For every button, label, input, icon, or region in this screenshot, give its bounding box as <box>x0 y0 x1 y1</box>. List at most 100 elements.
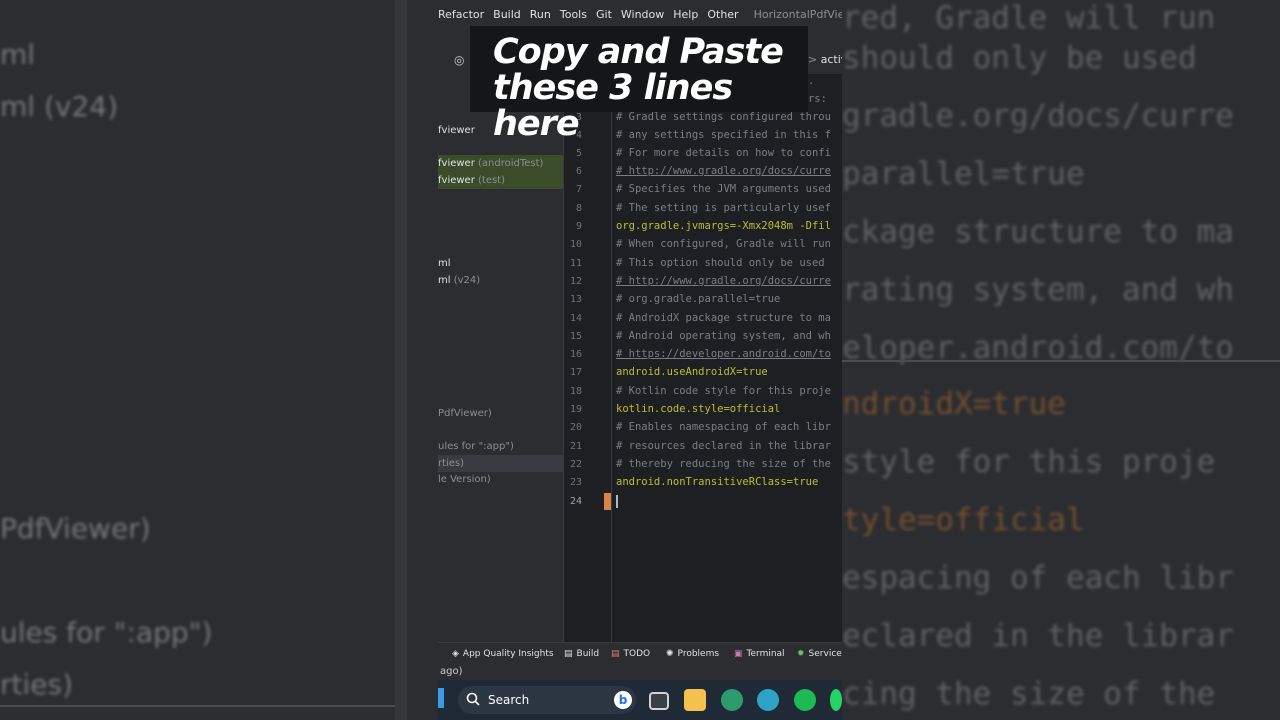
line-number: 23 <box>569 477 582 488</box>
status-bar: ago) <box>438 666 842 680</box>
background-left-blur: ml ml (v24) PdfViewer) ules for ":app") … <box>0 0 438 720</box>
diamond-icon: ◈ <box>452 649 459 659</box>
line-number: 5 <box>575 148 582 159</box>
code-line: # resources declared in the librar <box>616 440 831 452</box>
windows-taskbar: Search b <box>438 680 842 720</box>
target-icon[interactable]: ◎ <box>454 53 464 67</box>
code-line-property: android.nonTransitiveRClass=true <box>616 476 819 488</box>
bg-right-line: gradle.org/docs/curre <box>842 98 1234 134</box>
build-button[interactable]: ▤ Build <box>564 649 599 659</box>
line-number: 24 <box>569 496 582 507</box>
code-line-link[interactable]: # https://developer.android.com/to <box>616 348 831 360</box>
edge-dev-icon[interactable] <box>721 689 743 711</box>
caption-overlay: Copy and Paste these 3 lines here <box>470 26 808 142</box>
code-editor[interactable]: 3 4 5 6 7 8 9 10 11 12 13 14 15 16 17 18… <box>564 74 842 642</box>
bg-left-line: ml (v24) <box>0 90 119 123</box>
line-gutter: 3 4 5 6 7 8 9 10 11 12 13 14 15 16 17 18… <box>564 74 612 642</box>
bg-right-line: eclared in the librar <box>842 618 1234 654</box>
task-view-icon[interactable] <box>649 692 669 710</box>
bg-right-line: ndroidX=true <box>842 386 1066 422</box>
bg-right-line: rating system, and wh <box>842 272 1234 308</box>
warning-icon: ✺ <box>666 649 674 659</box>
line-number: 13 <box>569 294 582 305</box>
code-line: # Android operating system, and wh <box>616 330 831 342</box>
search-label: Search <box>488 693 530 707</box>
line-number: 21 <box>569 441 582 452</box>
code-line: # AndroidX package structure to ma <box>616 312 831 324</box>
bg-right-line: red, Gradle will run <box>842 0 1216 36</box>
bg-left-line: PdfViewer) <box>0 512 151 545</box>
menu-bar: Refactor Build Run Tools Git Window Help… <box>438 0 842 28</box>
code-line: # The setting is particularly usef <box>616 202 831 214</box>
code-line: # Specifies the JVM arguments used <box>616 183 831 195</box>
bg-left-line: ml <box>0 38 36 71</box>
line-number: 11 <box>569 258 582 269</box>
menu-help[interactable]: Help <box>673 8 698 21</box>
status-text: ago) <box>440 666 463 677</box>
terminal-button[interactable]: ▣ Terminal <box>734 649 785 659</box>
project-tree-item[interactable]: fviewer (androidTest) <box>438 155 563 172</box>
start-icon[interactable] <box>438 688 444 708</box>
bg-divider <box>842 360 1280 362</box>
line-number: 20 <box>569 422 582 433</box>
bg-right-line: espacing of each libr <box>842 560 1234 596</box>
bing-icon[interactable]: b <box>614 691 632 709</box>
line-number: 14 <box>569 313 582 324</box>
project-panel: fviewer fviewer (androidTest) fviewer (t… <box>438 114 564 642</box>
menu-git[interactable]: Git <box>596 8 612 21</box>
app-quality-insights-button[interactable]: ◈ App Quality Insights <box>452 649 554 659</box>
build-icon: ▤ <box>564 649 573 659</box>
project-tree-item[interactable]: le Version) <box>438 471 563 488</box>
line-number: 9 <box>575 221 582 232</box>
spotify-icon[interactable] <box>794 689 816 711</box>
bg-divider <box>395 0 407 720</box>
project-tree-item-selected[interactable]: rties) <box>438 455 563 472</box>
project-tree-item[interactable]: ml (v24) <box>438 272 563 289</box>
menu-other[interactable]: Other <box>707 8 738 21</box>
taskbar-search-box[interactable]: Search b <box>458 686 636 714</box>
code-line-property: android.useAndroidX=true <box>616 366 768 378</box>
menu-refactor[interactable]: Refactor <box>438 8 484 21</box>
menu-tools[interactable]: Tools <box>560 8 587 21</box>
problems-button[interactable]: ✺ Problems <box>666 649 719 659</box>
search-icon <box>466 692 480 706</box>
whatsapp-icon[interactable] <box>830 689 842 711</box>
services-icon: ✹ <box>797 649 805 659</box>
bg-left-line: rties) <box>0 668 74 701</box>
project-tree-item[interactable]: ml <box>438 255 563 272</box>
line-number: 18 <box>569 386 582 397</box>
code-line: # Kotlin code style for this proje <box>616 385 831 397</box>
tool-window-bar: ◈ App Quality Insights ▤ Build ▤ TODO ✺ Prob… <box>438 642 842 667</box>
line-number: 12 <box>569 276 582 287</box>
services-button[interactable]: ✹Services <box>797 649 842 659</box>
line-number: 16 <box>569 349 582 360</box>
bg-right-line: should only be used <box>842 40 1197 76</box>
line-number: 22 <box>569 459 582 470</box>
menu-run[interactable]: Run <box>530 8 551 21</box>
line-number: 17 <box>569 367 582 378</box>
todo-button[interactable]: ▤ TODO <box>611 649 650 659</box>
line-number: 19 <box>569 404 582 415</box>
bg-right-line: cing the size of the <box>842 676 1216 712</box>
code-line: # For more details on how to confi <box>616 147 831 159</box>
project-tree-item[interactable]: fviewer (test) <box>438 172 563 189</box>
code-line-link[interactable]: # http://www.gradle.org/docs/curre <box>616 275 831 287</box>
list-icon: ▤ <box>611 649 620 659</box>
line-number: 8 <box>575 203 582 214</box>
window-title: HorizontalPdfViewer - gra <box>753 7 842 21</box>
code-line: # Enables namespacing of each libr <box>616 421 831 433</box>
project-tree-item[interactable]: PdfViewer) <box>438 405 563 422</box>
bg-right-line: style for this proje <box>842 444 1216 480</box>
bg-right-line: ckage structure to ma <box>842 214 1234 250</box>
code-line: # thereby reducing the size of the <box>616 458 831 470</box>
code-line-property: org.gradle.jvmargs=-Xmx2048m -Dfil <box>616 220 831 232</box>
line-number: 6 <box>575 166 582 177</box>
code-line-link[interactable]: # http://www.gradle.org/docs/curre <box>616 165 831 177</box>
menu-window[interactable]: Window <box>621 8 664 21</box>
file-explorer-icon[interactable] <box>684 689 706 711</box>
menu-build[interactable]: Build <box>493 8 521 21</box>
code-line: # org.gradle.parallel=true <box>616 293 781 305</box>
line-number: 7 <box>575 184 582 195</box>
edge-icon[interactable] <box>757 689 779 711</box>
project-tree-item[interactable]: ules for ":app") <box>438 438 563 455</box>
